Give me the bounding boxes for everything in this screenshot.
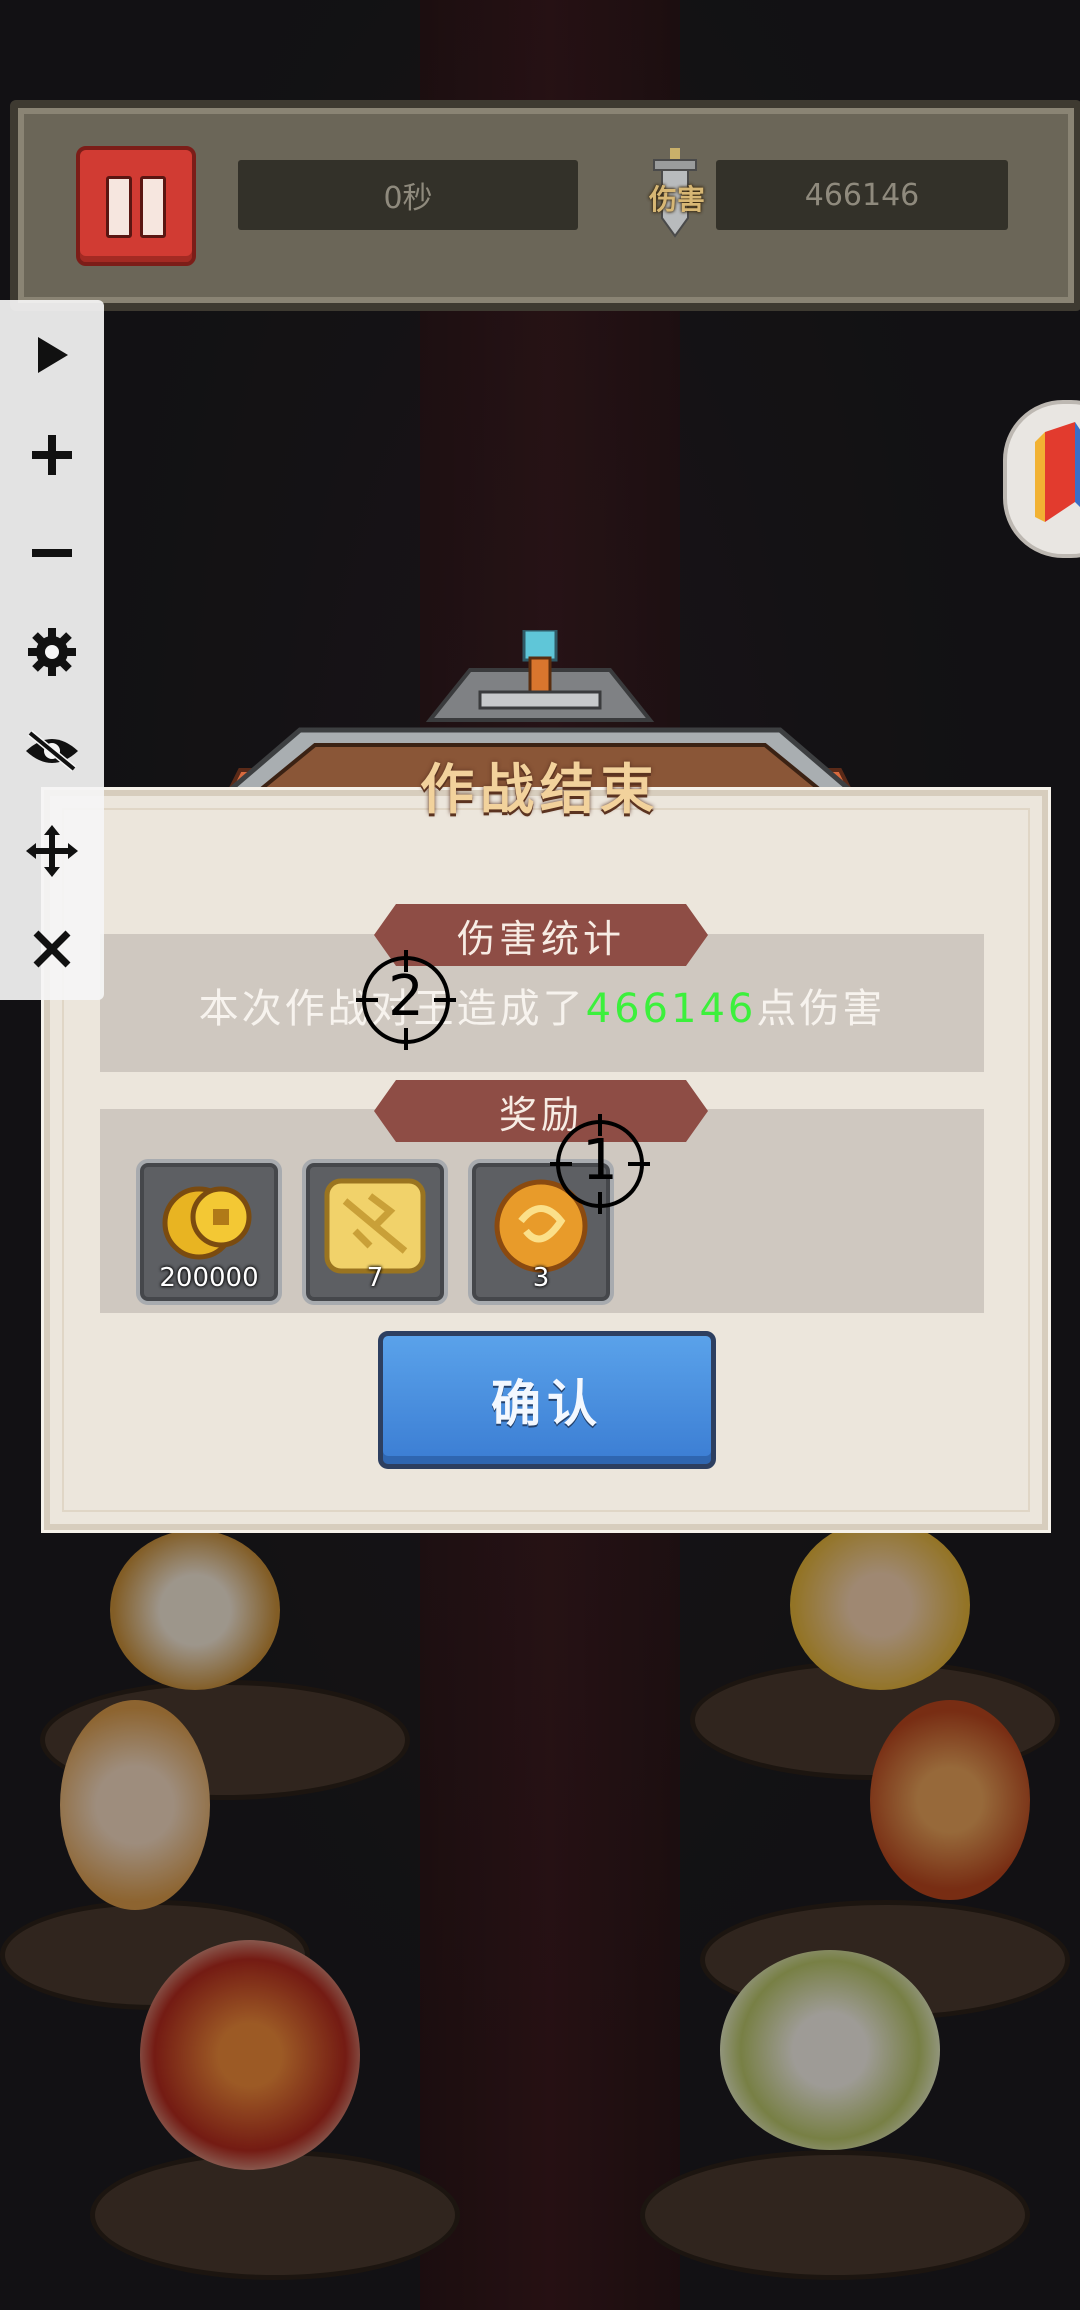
floating-toolbar [0,300,104,1000]
reward-qty: 3 [532,1263,550,1293]
hide-button[interactable] [0,702,104,800]
reward-item[interactable]: 200000 [136,1159,282,1305]
damage-value: 466146 [716,160,1008,230]
zoom-in-icon [32,435,72,475]
crosshair-marker: 1 [550,1114,650,1214]
settings-icon [28,628,76,676]
pause-icon [140,176,166,238]
top-hud: 0秒 伤害 466146 [10,100,1080,311]
zoom-out-icon [32,549,72,557]
side-menu-button[interactable] [1003,400,1080,558]
play-icon [38,337,68,373]
close-button[interactable] [0,900,104,998]
reward-item[interactable]: 7 [302,1159,448,1305]
marker-label: 1 [582,1128,618,1193]
damage-label: 伤害 [648,183,705,216]
zoom-out-button[interactable] [0,504,104,602]
close-icon [33,930,71,968]
move-icon [26,825,78,877]
settings-button[interactable] [0,603,104,701]
stats-value: 466146 [585,986,757,1032]
battle-result-dialog: 本次作战对王造成了466146点伤害 伤害统计 200000 7 3 奖励 确认 [44,790,1048,1530]
crosshair-marker: 2 [356,950,456,1050]
zoom-in-button[interactable] [0,406,104,504]
move-button[interactable] [0,802,104,900]
pause-button[interactable] [76,146,196,266]
stats-suffix: 点伤害 [756,986,886,1032]
play-button[interactable] [0,306,104,404]
pause-icon [106,176,132,238]
marker-label: 2 [388,964,424,1029]
damage-stats-text: 本次作战对王造成了466146点伤害 [100,976,984,1034]
book-icon [1035,422,1080,522]
dialog-title: 作战结束 [420,758,660,821]
hide-icon [26,730,78,772]
reward-qty: 200000 [159,1263,259,1293]
gold-coin-icon [162,1186,252,1260]
confirm-button[interactable]: 确认 [378,1331,716,1469]
battle-timer: 0秒 [238,160,578,230]
reward-qty: 7 [366,1263,384,1293]
